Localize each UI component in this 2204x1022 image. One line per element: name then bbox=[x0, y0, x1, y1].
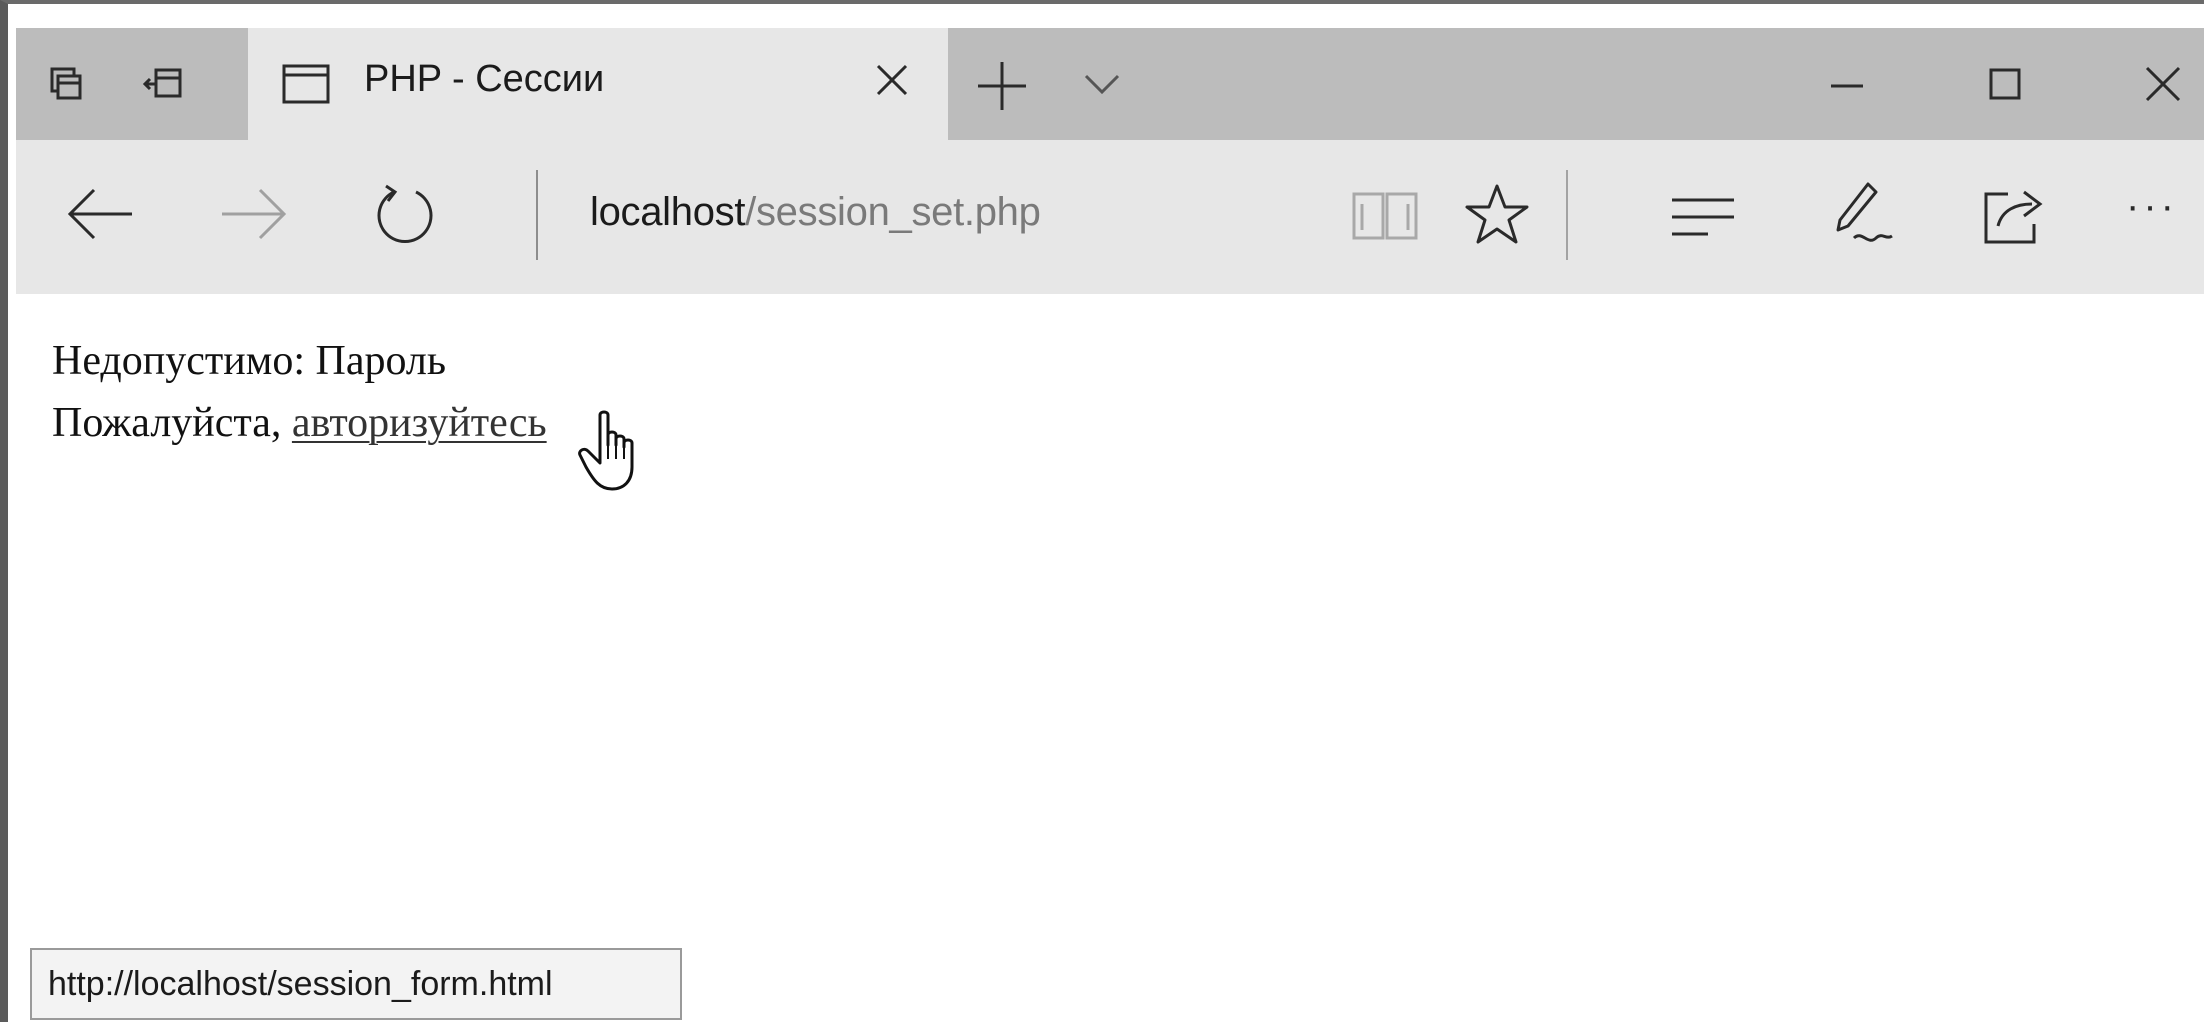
navigation-bar: localhost/session_set.php ··· bbox=[16, 140, 2204, 294]
page-text: Недопустимо: Пароль Пожалуйста, авторизу… bbox=[52, 330, 547, 454]
status-link-preview: http://localhost/session_form.html bbox=[30, 948, 682, 1020]
more-icon: ··· bbox=[2126, 184, 2178, 228]
set-aside-tabs-icon bbox=[142, 68, 182, 98]
url-host: localhost bbox=[590, 190, 746, 234]
reading-view-icon bbox=[1352, 192, 1418, 240]
maximize-icon bbox=[1989, 68, 2021, 100]
error-message: Недопустимо: Пароль bbox=[52, 338, 447, 384]
reading-view-button[interactable] bbox=[1350, 188, 1420, 244]
minimize-button[interactable] bbox=[1802, 48, 1892, 120]
close-icon[interactable] bbox=[868, 54, 918, 104]
chevron-down-icon[interactable] bbox=[1082, 68, 1122, 98]
set-aside-tabs-button[interactable] bbox=[124, 28, 204, 140]
web-note-button[interactable] bbox=[1828, 180, 1898, 252]
favorite-button[interactable] bbox=[1462, 180, 1532, 250]
close-icon bbox=[2145, 66, 2181, 102]
tab-title: PHP - Сессии bbox=[364, 58, 605, 100]
plus-icon[interactable] bbox=[974, 58, 1030, 114]
page-icon bbox=[282, 64, 330, 104]
star-icon bbox=[1465, 184, 1529, 244]
tab-preview-icon bbox=[50, 67, 82, 100]
hub-button[interactable] bbox=[1668, 192, 1738, 242]
tab-strip: PHP - Сессии bbox=[16, 28, 2204, 140]
more-button[interactable]: ··· bbox=[2126, 184, 2178, 229]
back-arrow-icon bbox=[67, 188, 132, 240]
pen-icon bbox=[1836, 182, 1893, 242]
forward-arrow-icon bbox=[222, 188, 287, 240]
page-content: Недопустимо: Пароль Пожалуйста, авторизу… bbox=[16, 294, 2204, 1022]
login-prompt: Пожалуйста, авторизуйтесь bbox=[52, 392, 547, 454]
share-button[interactable] bbox=[1980, 180, 2052, 250]
back-button[interactable] bbox=[64, 184, 136, 244]
maximize-button[interactable] bbox=[1960, 48, 2050, 120]
minimize-icon bbox=[1831, 84, 1863, 88]
browser-window: PHP - Сессии localhost/session_set.php ·… bbox=[0, 0, 2204, 1022]
address-bar[interactable]: localhost/session_set.php bbox=[590, 190, 1041, 235]
login-link[interactable]: авторизуйтесь bbox=[292, 400, 547, 446]
url-path: /session_set.php bbox=[745, 190, 1041, 234]
refresh-button[interactable] bbox=[370, 180, 440, 250]
tab-preview-button[interactable] bbox=[26, 28, 106, 140]
share-icon bbox=[1984, 190, 2043, 244]
window-close-button[interactable] bbox=[2118, 48, 2204, 120]
hand-cursor-icon bbox=[578, 410, 634, 491]
hub-icon bbox=[1672, 198, 1734, 236]
refresh-icon bbox=[377, 184, 433, 244]
login-prompt-prefix: Пожалуйста, bbox=[52, 400, 292, 446]
toolbar-divider bbox=[1566, 170, 1568, 260]
active-tab[interactable]: PHP - Сессии bbox=[248, 28, 948, 140]
address-divider bbox=[536, 170, 538, 260]
forward-button[interactable] bbox=[218, 184, 290, 244]
